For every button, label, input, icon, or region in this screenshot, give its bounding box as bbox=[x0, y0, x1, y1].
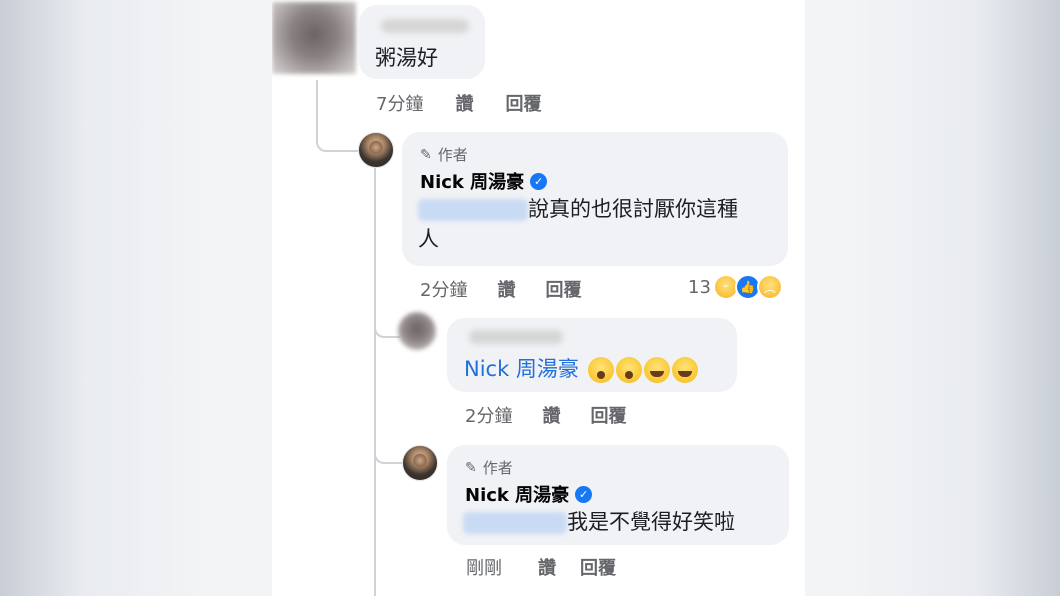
reply-time[interactable]: 剛剛 bbox=[466, 554, 502, 580]
author-avatar[interactable] bbox=[402, 445, 438, 481]
sad-reaction-icon: ︵ bbox=[756, 274, 783, 300]
like-button[interactable]: 讚 bbox=[455, 90, 473, 116]
comment-time[interactable]: 7分鐘 bbox=[376, 90, 423, 116]
comment-thread-panel: 粥湯好 7分鐘 讚 回覆 ✎ 作者 Nick 周湯豪 ✓ 說真的也很討厭你這種 … bbox=[272, 0, 805, 596]
reply-text: 說真的也很討厭你這種 人 bbox=[418, 194, 778, 254]
mention-link[interactable]: Nick 周湯豪 bbox=[464, 357, 579, 381]
reply-text: Nick 周湯豪 bbox=[464, 354, 698, 384]
author-name[interactable]: Nick 周湯豪 ✓ bbox=[420, 168, 548, 194]
verified-badge-icon: ✓ bbox=[575, 485, 593, 503]
reply-button[interactable]: 回覆 bbox=[505, 90, 541, 116]
reaction-summary[interactable]: 13 ᵕ 👍 ︵ bbox=[688, 274, 783, 300]
reply-time[interactable]: 2分鐘 bbox=[465, 402, 512, 428]
commenter-avatar[interactable] bbox=[272, 2, 356, 74]
author-name-label[interactable]: Nick 周湯豪 bbox=[465, 481, 569, 507]
author-badge: ✎ 作者 bbox=[420, 144, 468, 165]
shocked-face-emoji-icon bbox=[615, 357, 642, 383]
mention-blurred[interactable] bbox=[418, 199, 528, 221]
reply-actions: 剛剛 讚 回覆 bbox=[466, 554, 616, 580]
reply-bubble: ✎ 作者 Nick 周湯豪 ✓ 說真的也很討厭你這種 人 bbox=[402, 132, 788, 266]
author-name-label[interactable]: Nick 周湯豪 bbox=[420, 168, 524, 194]
comment-actions: 7分鐘 讚 回覆 bbox=[376, 90, 541, 116]
author-badge-label: 作者 bbox=[482, 459, 513, 477]
reply-actions: 2分鐘 讚 回覆 bbox=[420, 276, 581, 302]
reply-text: 我是不覺得好笑啦 bbox=[463, 507, 735, 537]
reply-button[interactable]: 回覆 bbox=[545, 276, 581, 302]
reply-time[interactable]: 2分鐘 bbox=[420, 276, 467, 302]
thread-line bbox=[374, 168, 376, 596]
commenter-name-blurred[interactable] bbox=[469, 330, 563, 344]
comment-text: 粥湯好 bbox=[375, 46, 438, 70]
author-avatar[interactable] bbox=[358, 132, 394, 168]
comment-bubble: 粥湯好 bbox=[359, 5, 485, 79]
commenter-name-blurred[interactable] bbox=[381, 19, 469, 33]
reply-text-line1: 說真的也很討厭你這種 bbox=[528, 197, 738, 221]
reply-bubble: ✎ 作者 Nick 周湯豪 ✓ 我是不覺得好笑啦 bbox=[447, 445, 789, 545]
commenter-avatar[interactable] bbox=[398, 312, 436, 350]
reply-button[interactable]: 回覆 bbox=[590, 402, 626, 428]
like-button[interactable]: 讚 bbox=[538, 554, 556, 580]
shocked-face-emoji-icon bbox=[587, 357, 614, 383]
author-badge-label: 作者 bbox=[437, 146, 468, 164]
rolling-laughing-emoji-icon bbox=[643, 357, 670, 383]
author-badge: ✎ 作者 bbox=[465, 457, 513, 478]
pencil-icon: ✎ bbox=[465, 459, 477, 476]
mention-blurred[interactable] bbox=[463, 512, 567, 534]
reply-button[interactable]: 回覆 bbox=[580, 554, 616, 580]
reply-actions: 2分鐘 讚 回覆 bbox=[465, 402, 626, 428]
thread-connector bbox=[374, 420, 402, 464]
reply-text-line2: 人 bbox=[418, 227, 439, 251]
rolling-laughing-emoji-icon bbox=[671, 357, 698, 383]
thread-connector bbox=[374, 300, 400, 338]
like-button[interactable]: 讚 bbox=[542, 402, 560, 428]
pencil-icon: ✎ bbox=[420, 146, 432, 163]
reply-bubble: Nick 周湯豪 bbox=[447, 318, 737, 392]
reply-text-line1: 我是不覺得好笑啦 bbox=[567, 510, 735, 534]
thread-connector bbox=[316, 80, 358, 152]
verified-badge-icon: ✓ bbox=[530, 172, 548, 190]
reaction-count: 13 bbox=[688, 276, 711, 298]
like-button[interactable]: 讚 bbox=[497, 276, 515, 302]
author-name[interactable]: Nick 周湯豪 ✓ bbox=[465, 481, 593, 507]
